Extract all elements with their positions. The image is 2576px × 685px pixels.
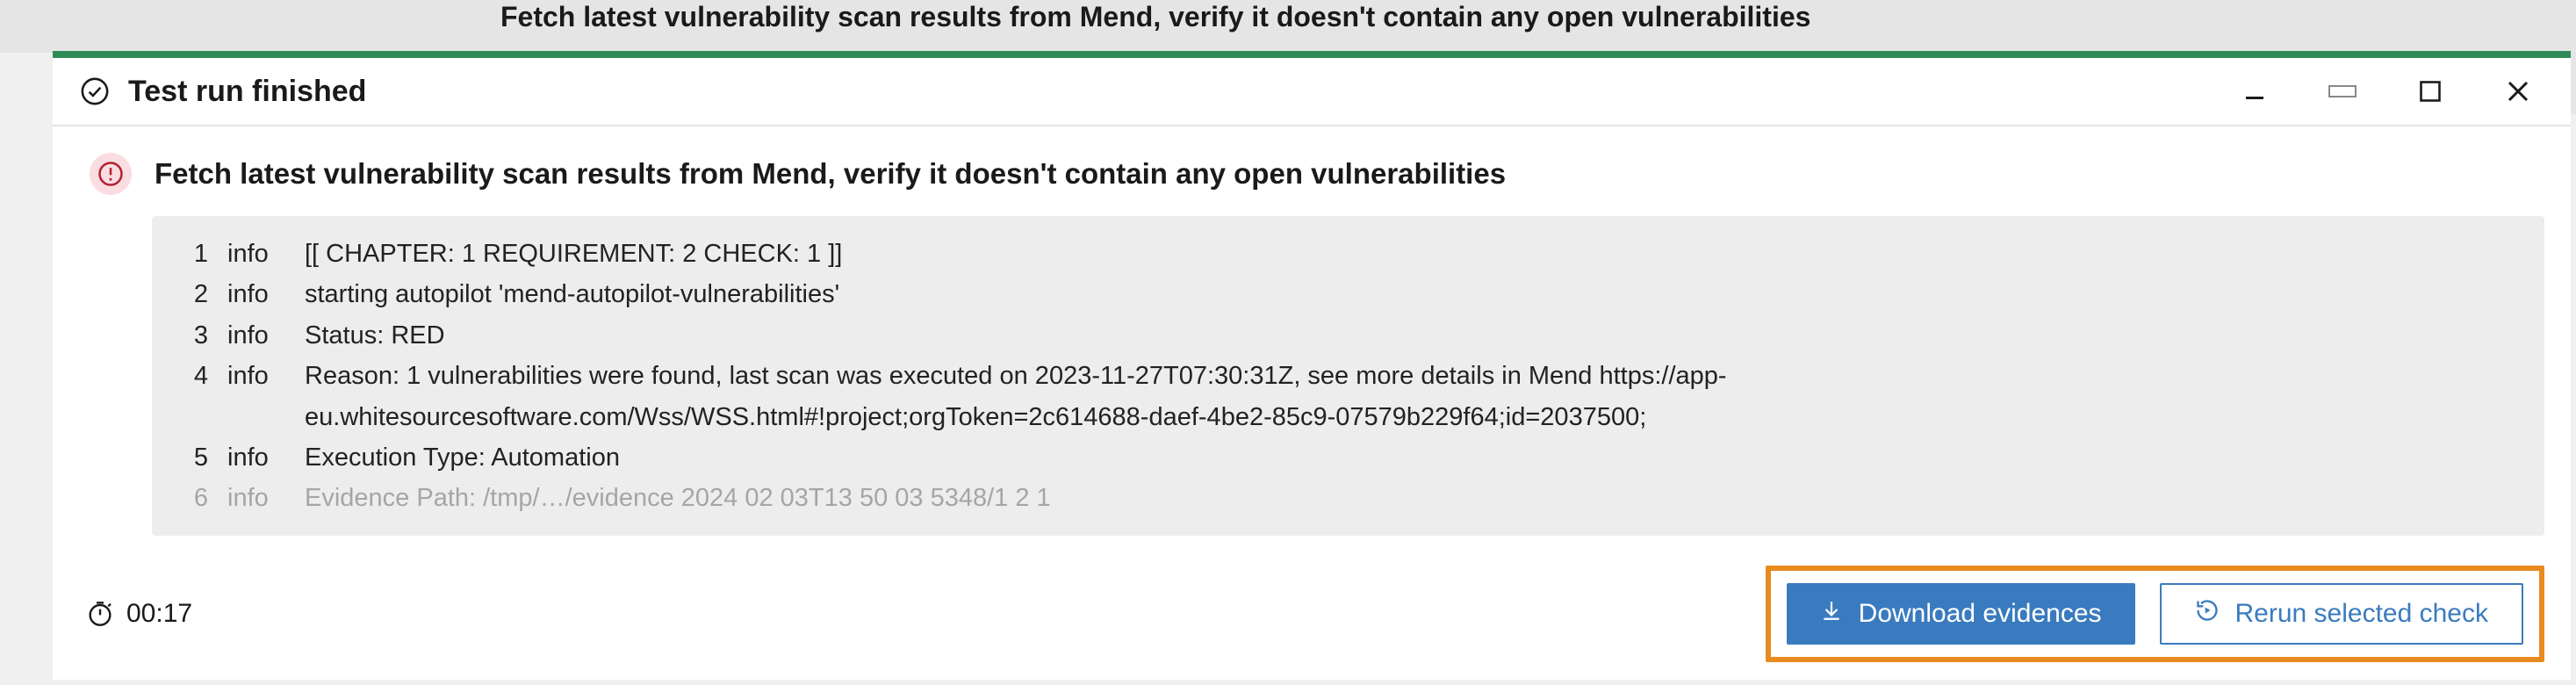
log-message: Status: RED bbox=[305, 315, 2520, 356]
right-edge-strip bbox=[2571, 0, 2576, 114]
elapsed-time-value: 00:17 bbox=[126, 599, 192, 629]
titlebar: Test run finished bbox=[53, 58, 2571, 126]
titlebar-title: Test run finished bbox=[128, 75, 2237, 109]
warning-badge bbox=[90, 153, 132, 195]
log-message: Reason: 1 vulnerabilities were found, la… bbox=[305, 356, 2520, 437]
log-message: starting autopilot 'mend-autopilot-vulne… bbox=[305, 274, 2520, 314]
line-number: 5 bbox=[176, 437, 208, 478]
window-controls bbox=[2237, 74, 2536, 109]
log-output[interactable]: 1 info [[ CHAPTER: 1 REQUIREMENT: 2 CHEC… bbox=[152, 216, 2544, 536]
download-evidences-button[interactable]: Download evidences bbox=[1787, 583, 2135, 645]
background-header-text: Fetch latest vulnerability scan results … bbox=[369, 0, 1942, 33]
line-number: 6 bbox=[176, 478, 208, 518]
subheader: Fetch latest vulnerability scan results … bbox=[53, 126, 2571, 216]
restore-button[interactable] bbox=[2325, 74, 2360, 109]
action-button-row: Download evidences Rerun selected check bbox=[1766, 566, 2544, 662]
download-icon bbox=[1820, 599, 1843, 629]
download-button-label: Download evidences bbox=[1859, 599, 2102, 629]
log-level: info bbox=[227, 437, 305, 478]
panel-footer: 00:17 Download evidences Rerun sel bbox=[53, 548, 2571, 680]
rerun-button-label: Rerun selected check bbox=[2235, 599, 2489, 629]
elapsed-timer: 00:17 bbox=[86, 599, 192, 629]
check-circle-icon bbox=[79, 76, 111, 107]
log-line: 2 info starting autopilot 'mend-autopilo… bbox=[176, 274, 2520, 314]
close-button[interactable] bbox=[2500, 74, 2536, 109]
log-message: Execution Type: Automation bbox=[305, 437, 2520, 478]
panel-accent-bar bbox=[53, 51, 2571, 58]
replay-icon bbox=[2195, 598, 2220, 630]
log-level: info bbox=[227, 356, 305, 396]
log-message: [[ CHAPTER: 1 REQUIREMENT: 2 CHECK: 1 ]] bbox=[305, 234, 2520, 274]
line-number: 2 bbox=[176, 274, 208, 314]
maximize-button[interactable] bbox=[2413, 74, 2448, 109]
log-line: 1 info [[ CHAPTER: 1 REQUIREMENT: 2 CHEC… bbox=[176, 234, 2520, 274]
log-line: 3 info Status: RED bbox=[176, 315, 2520, 356]
log-level: info bbox=[227, 315, 305, 356]
minimize-button[interactable] bbox=[2237, 74, 2272, 109]
subheader-title: Fetch latest vulnerability scan results … bbox=[155, 157, 1506, 191]
stopwatch-icon bbox=[86, 600, 114, 628]
log-level: info bbox=[227, 234, 305, 274]
log-line: 6 info Evidence Path: /tmp/…/evidence 20… bbox=[176, 478, 2520, 518]
line-number: 3 bbox=[176, 315, 208, 356]
log-level: info bbox=[227, 274, 305, 314]
rerun-check-button[interactable]: Rerun selected check bbox=[2160, 583, 2524, 645]
line-number: 1 bbox=[176, 234, 208, 274]
log-message: Evidence Path: /tmp/…/evidence 2024 02 0… bbox=[305, 478, 2520, 518]
log-line: 4 info Reason: 1 vulnerabilities were fo… bbox=[176, 356, 2520, 437]
log-level: info bbox=[227, 478, 305, 518]
log-line: 5 info Execution Type: Automation bbox=[176, 437, 2520, 478]
line-number: 4 bbox=[176, 356, 208, 396]
